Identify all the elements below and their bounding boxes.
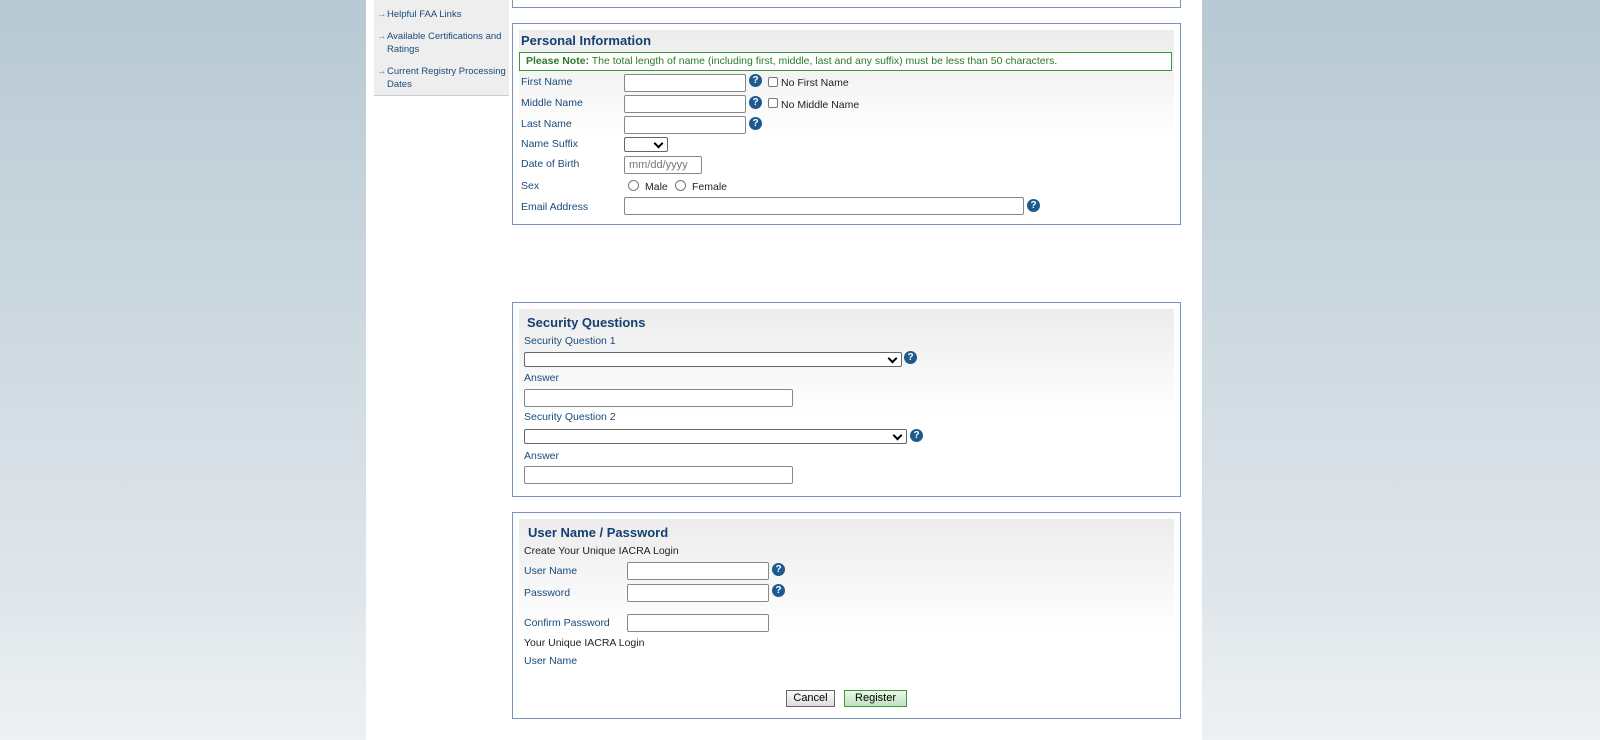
last-name-label: Last Name: [521, 118, 572, 130]
cancel-button[interactable]: Cancel: [786, 690, 835, 707]
register-button[interactable]: Register: [844, 690, 907, 707]
last-name-input[interactable]: [624, 116, 746, 134]
female-radio[interactable]: [675, 180, 686, 191]
help-icon[interactable]: ?: [772, 563, 785, 576]
security-question-2-select[interactable]: [524, 429, 907, 444]
middle-name-label: Middle Name: [521, 97, 583, 109]
link-registry-dates[interactable]: Current Registry Processing Dates: [374, 65, 509, 91]
help-icon[interactable]: ?: [772, 584, 785, 597]
name-suffix-select[interactable]: [624, 137, 668, 152]
section-title: User Name / Password: [528, 525, 669, 540]
page: Helpful FAA Links Available Certificatio…: [366, 0, 1202, 740]
section-title: Security Questions: [527, 315, 646, 330]
dob-label: Date of Birth: [521, 158, 580, 170]
link-certifications[interactable]: Available Certifications and Ratings: [374, 30, 509, 56]
sex-label: Sex: [521, 180, 540, 192]
email-label: Email Address: [521, 201, 589, 213]
first-name-label: First Name: [521, 76, 573, 88]
help-icon[interactable]: ?: [910, 429, 923, 442]
answer-2-input[interactable]: [524, 466, 793, 484]
answer-1-input[interactable]: [524, 389, 793, 407]
no-middle-name-checkbox[interactable]: [768, 98, 778, 108]
username-password-panel: User Name / Password Create Your Unique …: [512, 512, 1181, 719]
no-first-name-checkbox[interactable]: [768, 77, 778, 87]
date-of-birth-input[interactable]: [624, 156, 702, 174]
confirm-password-input[interactable]: [627, 614, 769, 632]
suffix-label: Name Suffix: [521, 138, 578, 150]
help-icon[interactable]: ?: [749, 117, 762, 130]
help-icon[interactable]: ?: [749, 96, 762, 109]
email-input[interactable]: [624, 197, 1024, 215]
help-icon[interactable]: ?: [904, 351, 917, 364]
security-questions-panel: Security Questions Security Question 1 ?…: [512, 302, 1181, 497]
password-input[interactable]: [627, 584, 769, 602]
male-radio[interactable]: [628, 180, 639, 191]
personal-information-panel: Personal Information Please Note: The to…: [512, 23, 1181, 225]
link-helpful-faa[interactable]: Helpful FAA Links: [374, 8, 509, 21]
name-length-note: Please Note: The total length of name (i…: [519, 52, 1172, 71]
previous-panel: [512, 0, 1181, 8]
help-icon[interactable]: ?: [1027, 199, 1040, 212]
sidebar: Helpful FAA Links Available Certificatio…: [374, 0, 509, 96]
help-icon[interactable]: ?: [749, 74, 762, 87]
section-title: Personal Information: [521, 33, 652, 48]
username-input[interactable]: [627, 562, 769, 580]
security-question-1-select[interactable]: [524, 352, 902, 367]
first-name-input[interactable]: [624, 74, 746, 92]
middle-name-input[interactable]: [624, 95, 746, 113]
